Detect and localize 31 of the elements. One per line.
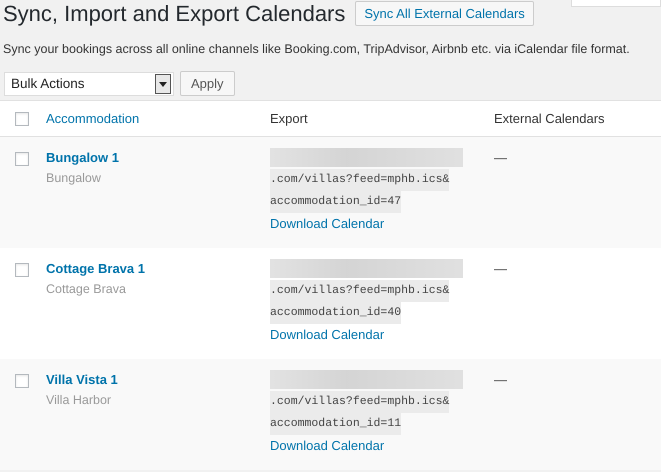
- column-header: External Calendars: [494, 111, 605, 126]
- export-url: accommodation_id=40: [270, 302, 402, 324]
- bulk-actions-dropdown[interactable]: Bulk Actions: [4, 72, 174, 96]
- export-url: accommodation_id=47: [270, 191, 402, 213]
- download-link[interactable]: Download Calendar: [270, 436, 494, 456]
- column-header: Export: [270, 111, 308, 126]
- select-all-checkbox[interactable]: [15, 112, 29, 126]
- export-url: .com/villas?feed=mphb.ics&: [270, 391, 450, 413]
- column-header[interactable]: Accommodation: [46, 111, 140, 126]
- row-checkbox[interactable]: [15, 152, 29, 166]
- row-checkbox[interactable]: [15, 263, 29, 277]
- sync-button[interactable]: Sync All External Calendars: [355, 0, 534, 26]
- external-calendars-value: —: [494, 372, 507, 387]
- row-checkbox[interactable]: [15, 374, 29, 388]
- export-url: .com/villas?feed=mphb.ics&: [270, 280, 450, 302]
- download-link[interactable]: Download Calendar: [270, 325, 494, 345]
- apply-button[interactable]: Apply: [180, 71, 235, 96]
- description: Sync your bookings across all online channels like Booking.com, TripAdvisor, Airbnb etc. via iCalendar file format.: [3, 42, 631, 56]
- external-calendars-value: —: [494, 150, 507, 165]
- accommodation-link[interactable]: Bungalow 1: [46, 148, 270, 168]
- accommodation-type: Bungalow: [46, 170, 102, 187]
- export-url: .com/villas?feed=mphb.ics&: [270, 169, 450, 191]
- download-link[interactable]: Download Calendar: [270, 214, 494, 234]
- page-title: Sync, Import and Export Calendars: [3, 1, 346, 27]
- accommodation-link[interactable]: Cottage Brava 1: [46, 259, 270, 279]
- accommodation-link[interactable]: Villa Vista 1: [46, 370, 270, 390]
- external-calendars-value: —: [494, 261, 507, 276]
- caret-icon: [155, 74, 171, 94]
- accommodation-type: Cottage Brava: [46, 281, 127, 298]
- accommodation-type: Villa Harbor: [46, 392, 112, 409]
- export-url: accommodation_id=11: [270, 413, 402, 435]
